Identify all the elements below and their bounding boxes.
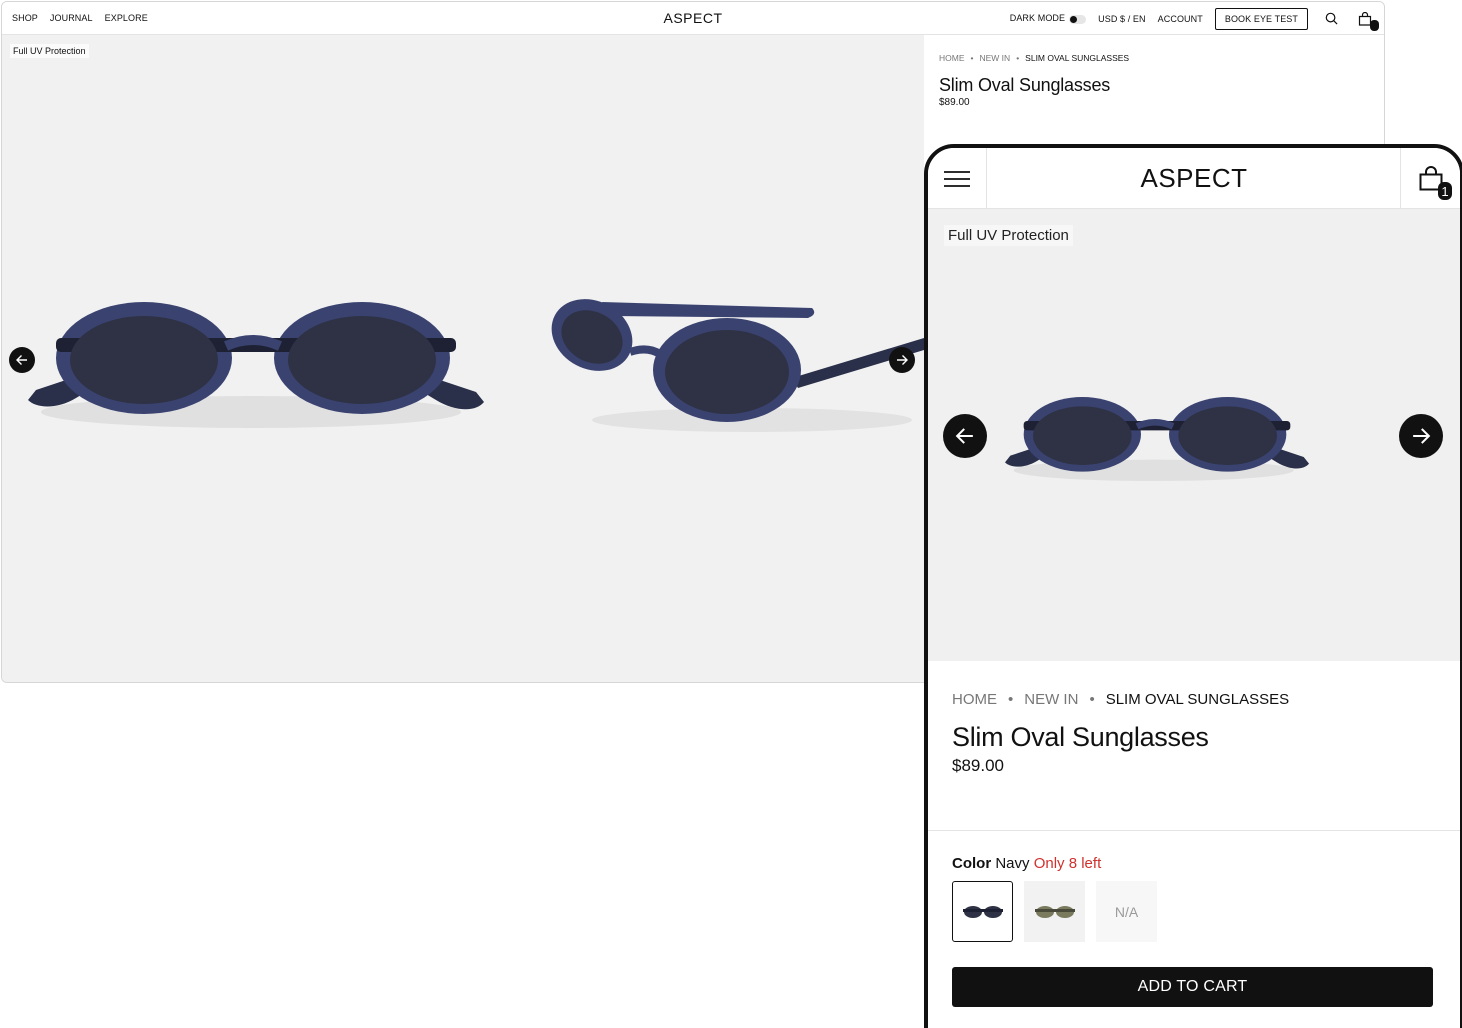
product-image-front (1005, 397, 1309, 481)
product-price: $89.00 (939, 97, 970, 108)
swatch-navy[interactable] (952, 881, 1013, 942)
color-selection-label: Color Navy Only 8 left (952, 855, 1101, 872)
product-image-angle (551, 299, 924, 432)
color-label: Color (952, 855, 992, 872)
stock-warning: Only 8 left (1033, 855, 1102, 872)
prev-image-button[interactable] (9, 347, 35, 373)
product-title: Slim Oval Sunglasses (952, 722, 1209, 752)
desktop-header: SHOP JOURNAL EXPLORE ASPECT DARK MODE US… (2, 2, 1384, 35)
breadcrumb-current: SLIM OVAL SUNGLASSES (1025, 53, 1130, 63)
desktop-utility-nav: DARK MODE USD $ / EN ACCOUNT BOOK EYE TE… (1009, 7, 1379, 31)
arrow-left-icon (955, 428, 973, 444)
mobile-view: ASPECT 1 Full UV Protection HOME • NEW I… (924, 144, 1462, 1028)
add-to-cart-button[interactable]: ADD TO CART (952, 967, 1433, 1007)
product-price: $89.00 (952, 756, 1004, 775)
breadcrumb: HOME • NEW IN • SLIM OVAL SUNGLASSES (939, 53, 1130, 63)
desktop-product-info: HOME • NEW IN • SLIM OVAL SUNGLASSES Sli… (924, 35, 1384, 145)
breadcrumb: HOME • NEW IN • SLIM OVAL SUNGLASSES (952, 691, 1290, 708)
account-link[interactable]: ACCOUNT (1158, 14, 1203, 24)
breadcrumb-section[interactable]: NEW IN (1024, 691, 1078, 708)
swatch-olive[interactable] (1024, 881, 1085, 942)
cart-count-badge: 1 (1438, 182, 1452, 200)
cart-count-badge: 1 (1370, 19, 1379, 31)
breadcrumb-section[interactable]: NEW IN (979, 53, 1010, 63)
uv-protection-badge: Full UV Protection (10, 44, 89, 58)
mobile-header: ASPECT 1 (928, 148, 1460, 209)
cart-icon[interactable]: 1 (1354, 8, 1379, 31)
breadcrumb-home[interactable]: HOME (952, 691, 997, 708)
product-image-front (28, 302, 484, 428)
next-image-button[interactable] (889, 347, 915, 373)
dark-mode-label: DARK MODE (1009, 13, 1066, 24)
dark-mode-toggle[interactable]: DARK MODE (1009, 13, 1087, 24)
next-image-button[interactable] (1399, 414, 1443, 458)
swatch-unavailable: N/A (1096, 881, 1157, 942)
breadcrumb-current: SLIM OVAL SUNGLASSES (1105, 691, 1290, 708)
arrow-right-icon (897, 355, 908, 365)
arrow-left-icon (16, 355, 27, 365)
book-eye-test-button[interactable]: BOOK EYE TEST (1214, 7, 1308, 30)
cart-button[interactable]: 1 (1400, 148, 1460, 209)
currency-selector[interactable]: USD $ / EN (1098, 14, 1146, 24)
mobile-product-info: HOME • NEW IN • SLIM OVAL SUNGLASSES Sli… (928, 661, 1460, 831)
breadcrumb-home[interactable]: HOME (939, 53, 965, 63)
arrow-right-icon (1413, 428, 1431, 444)
navy-sunglasses-thumbnail (962, 905, 1003, 918)
olive-sunglasses-thumbnail (1034, 905, 1075, 918)
uv-protection-badge: Full UV Protection (944, 225, 1073, 246)
color-swatches: N/A (952, 881, 1157, 942)
product-gallery[interactable]: Full UV Protection (2, 35, 924, 682)
prev-image-button[interactable] (943, 414, 987, 458)
color-value: Navy (995, 855, 1030, 872)
product-gallery[interactable]: Full UV Protection (928, 209, 1460, 661)
toggle-switch[interactable] (1069, 14, 1087, 24)
brand-logo[interactable]: ASPECT (928, 163, 1460, 194)
product-title: Slim Oval Sunglasses (939, 75, 1111, 95)
search-icon[interactable] (1320, 8, 1342, 30)
